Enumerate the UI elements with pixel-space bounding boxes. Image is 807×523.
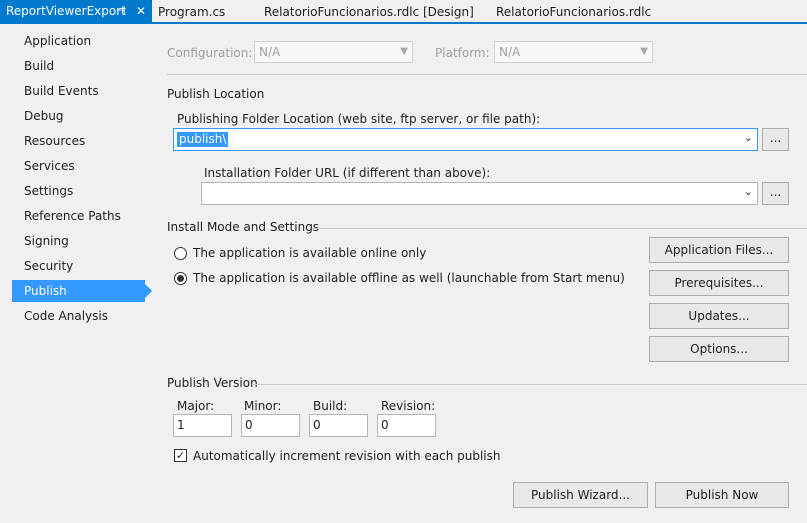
chevron-down-icon: ▼ <box>400 46 408 57</box>
sidebar-item-publish[interactable]: Publish <box>12 280 152 302</box>
sidebar-item-resources[interactable]: Resources <box>12 130 145 152</box>
sidebar-item-signing[interactable]: Signing <box>12 230 145 252</box>
install-mode-heading: Install Mode and Settings <box>167 220 320 234</box>
divider <box>252 384 807 385</box>
sidebar-item-security[interactable]: Security <box>12 255 145 277</box>
sidebar-item-settings[interactable]: Settings <box>12 180 145 202</box>
sidebar-item-build[interactable]: Build <box>12 55 145 77</box>
publishing-folder-value: publish\ <box>177 132 229 147</box>
auto-increment-label[interactable]: Automatically increment revision with ea… <box>193 449 501 463</box>
offline-label[interactable]: The application is available offline as … <box>193 271 625 285</box>
platform-value: N/A <box>499 45 521 59</box>
sidebar-item-code-analysis[interactable]: Code Analysis <box>12 305 145 327</box>
publish-version-heading: Publish Version <box>167 376 258 390</box>
publishing-folder-label: Publishing Folder Location (web site, ft… <box>177 112 541 126</box>
browse-publish-folder-button[interactable]: ... <box>762 128 789 151</box>
platform-select[interactable]: N/A ▼ <box>494 41 653 63</box>
installation-folder-label: Installation Folder URL (if different th… <box>204 166 491 180</box>
tab-label: Program.cs <box>158 5 226 19</box>
chevron-down-icon[interactable]: ⌄ <box>744 185 753 198</box>
offline-radio[interactable] <box>174 272 187 285</box>
document-tab-strip: ReportViewerExport ⊣ ✕ Program.cs Relato… <box>0 0 807 24</box>
installation-folder-input[interactable]: ⌄ <box>201 182 758 205</box>
auto-increment-checkbox[interactable]: ✓ <box>174 449 187 462</box>
application-files-button[interactable]: Application Files... <box>649 237 789 263</box>
sidebar-item-services[interactable]: Services <box>12 155 145 177</box>
sidebar-item-build-events[interactable]: Build Events <box>12 80 145 102</box>
publishing-folder-input[interactable]: publish\ ⌄ <box>173 128 758 151</box>
browse-installation-folder-button[interactable]: ... <box>762 182 789 205</box>
configuration-select[interactable]: N/A ▼ <box>254 41 413 63</box>
platform-label: Platform: <box>435 46 490 60</box>
close-icon[interactable]: ✕ <box>136 0 146 22</box>
tab-label: ReportViewerExport <box>6 4 126 18</box>
publish-now-button[interactable]: Publish Now <box>655 482 789 508</box>
divider <box>167 74 807 75</box>
tab-reportviewerexport[interactable]: ReportViewerExport ⊣ ✕ <box>0 0 152 22</box>
sidebar-item-application[interactable]: Application <box>12 30 145 52</box>
publish-page: Configuration: N/A ▼ Platform: N/A ▼ Pub… <box>152 24 807 523</box>
tab-label: RelatorioFuncionarios.rdlc [Design] <box>264 5 474 19</box>
pin-icon[interactable]: ⊣ <box>116 0 126 22</box>
divider <box>312 228 807 229</box>
revision-label: Revision: <box>381 399 436 413</box>
configuration-value: N/A <box>259 45 281 59</box>
publish-location-heading: Publish Location <box>167 87 265 101</box>
sidebar-item-debug[interactable]: Debug <box>12 105 145 127</box>
online-only-label[interactable]: The application is available online only <box>193 246 426 260</box>
tab-relatorio-rdlc[interactable]: RelatorioFuncionarios.rdlc <box>496 2 651 22</box>
build-label: Build: <box>313 399 348 413</box>
revision-input[interactable]: 0 <box>377 414 436 437</box>
options-button[interactable]: Options... <box>649 336 789 362</box>
installation-folder-value <box>205 186 209 201</box>
chevron-down-icon: ▼ <box>640 46 648 57</box>
project-properties-sidebar: Application Build Build Events Debug Res… <box>0 24 152 523</box>
updates-button[interactable]: Updates... <box>649 303 789 329</box>
checkmark-icon: ✓ <box>175 449 186 462</box>
major-input[interactable]: 1 <box>173 414 232 437</box>
tab-program-cs[interactable]: Program.cs <box>158 2 225 22</box>
minor-label: Minor: <box>244 399 282 413</box>
prerequisites-button[interactable]: Prerequisites... <box>649 270 789 296</box>
build-input[interactable]: 0 <box>309 414 368 437</box>
tab-relatorio-design[interactable]: RelatorioFuncionarios.rdlc [Design] <box>264 2 474 22</box>
publish-wizard-button[interactable]: Publish Wizard... <box>513 482 648 508</box>
tab-label: RelatorioFuncionarios.rdlc <box>496 5 652 19</box>
online-only-radio[interactable] <box>174 247 187 260</box>
minor-input[interactable]: 0 <box>241 414 300 437</box>
major-label: Major: <box>177 399 215 413</box>
chevron-down-icon[interactable]: ⌄ <box>744 131 753 144</box>
sidebar-item-reference-paths[interactable]: Reference Paths <box>12 205 145 227</box>
configuration-label: Configuration: <box>167 46 253 60</box>
